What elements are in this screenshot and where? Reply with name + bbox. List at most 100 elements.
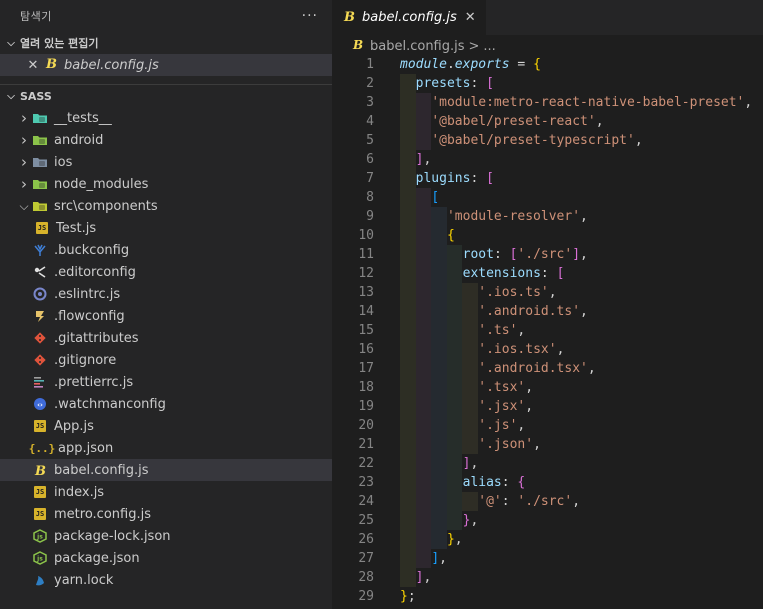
- components-folder-icon: [32, 198, 48, 214]
- code-line[interactable]: 2 presets: [: [332, 74, 763, 93]
- open-editor-item[interactable]: ✕ B babel.config.js: [0, 54, 332, 76]
- tree-item[interactable]: JS Test.js: [0, 217, 332, 239]
- code-line[interactable]: 4 '@babel/preset-react',: [332, 112, 763, 131]
- tree-item[interactable]: .gitignore: [0, 349, 332, 371]
- tree-item-label: .eslintrc.js: [54, 286, 121, 302]
- workspace-section[interactable]: ⌵ SASS: [0, 85, 332, 107]
- code-text: '.json',: [400, 435, 541, 454]
- code-text: root: ['./src'],: [400, 245, 588, 264]
- code-line[interactable]: 19 '.jsx',: [332, 397, 763, 416]
- tree-item[interactable]: .flowconfig: [0, 305, 332, 327]
- code-line[interactable]: 3 'module:metro-react-native-babel-prese…: [332, 93, 763, 112]
- code-text: module.exports = {: [400, 55, 541, 74]
- code-line[interactable]: 5 '@babel/preset-typescript',: [332, 131, 763, 150]
- code-line[interactable]: 14 '.android.ts',: [332, 302, 763, 321]
- code-line[interactable]: 10 {: [332, 226, 763, 245]
- tree-item[interactable]: yarn.lock: [0, 569, 332, 591]
- code-text: '.ts',: [400, 321, 525, 340]
- code-line[interactable]: 15 '.ts',: [332, 321, 763, 340]
- code-line[interactable]: 28 ],: [332, 568, 763, 587]
- tree-item[interactable]: › __tests__: [0, 107, 332, 129]
- tree-item[interactable]: .prettierrc.js: [0, 371, 332, 393]
- tree-item[interactable]: JS App.js: [0, 415, 332, 437]
- tree-item[interactable]: .editorconfig: [0, 261, 332, 283]
- code-token: ,: [517, 418, 526, 433]
- tree-item[interactable]: ⌵ src\components: [0, 195, 332, 217]
- code-token: ]: [431, 551, 440, 566]
- svg-text:‹›: ‹›: [37, 401, 43, 409]
- code-line[interactable]: 1 module.exports = {: [332, 55, 763, 74]
- tree-item[interactable]: js package-lock.json: [0, 525, 332, 547]
- code-line[interactable]: 9 'module-resolver',: [332, 207, 763, 226]
- code-token: :: [501, 475, 518, 490]
- tree-item[interactable]: .gitattributes: [0, 327, 332, 349]
- tree-item-label: ios: [54, 154, 73, 170]
- code-line[interactable]: 6 ],: [332, 150, 763, 169]
- chevron-down-icon: ⌵: [7, 90, 15, 102]
- code-line[interactable]: 29};: [332, 587, 763, 606]
- tree-item[interactable]: {..} app.json: [0, 437, 332, 459]
- line-number: 25: [358, 513, 374, 528]
- code-token: ]: [572, 247, 581, 262]
- tree-item[interactable]: ‹› .watchmanconfig: [0, 393, 332, 415]
- code-line[interactable]: 17 '.android.tsx',: [332, 359, 763, 378]
- code-line[interactable]: 11 root: ['./src'],: [332, 245, 763, 264]
- code-line[interactable]: 25 },: [332, 511, 763, 530]
- code-line[interactable]: 23 alias: {: [332, 473, 763, 492]
- code-text: '@': './src',: [400, 492, 580, 511]
- code-token: }: [446, 532, 455, 547]
- breadcrumb-file[interactable]: babel.config.js: [370, 39, 465, 54]
- code-line[interactable]: 24 '@': './src',: [332, 492, 763, 511]
- close-icon[interactable]: ✕: [465, 10, 476, 25]
- code-text: };: [400, 587, 416, 606]
- tree-item-label: babel.config.js: [54, 462, 149, 478]
- code-token: :: [493, 247, 510, 262]
- tree-item[interactable]: › android: [0, 129, 332, 151]
- tree-item[interactable]: Bbabel.config.js: [0, 459, 332, 481]
- tree-item[interactable]: › node_modules: [0, 173, 332, 195]
- more-actions-icon[interactable]: ···: [302, 8, 318, 24]
- tab-bar: B babel.config.js ✕: [332, 0, 763, 35]
- line-number: 27: [358, 551, 374, 566]
- code-line[interactable]: 18 '.tsx',: [332, 378, 763, 397]
- breadcrumb-symbol[interactable]: ...: [483, 39, 495, 54]
- line-number: 8: [366, 190, 374, 205]
- tab-babel-config[interactable]: B babel.config.js ✕: [332, 0, 486, 35]
- code-token: '.json': [478, 437, 534, 452]
- close-icon[interactable]: ✕: [22, 58, 44, 73]
- code-line[interactable]: 26 },: [332, 530, 763, 549]
- code-line[interactable]: 21 '.json',: [332, 435, 763, 454]
- tree-item[interactable]: js package.json: [0, 547, 332, 569]
- tree-item[interactable]: JS index.js: [0, 481, 332, 503]
- chevron-right-icon: ›: [21, 131, 27, 149]
- tree-item[interactable]: .eslintrc.js: [0, 283, 332, 305]
- code-line[interactable]: 27 ],: [332, 549, 763, 568]
- code-token: :: [501, 494, 518, 509]
- tree-item[interactable]: JS metro.config.js: [0, 503, 332, 525]
- code-editor[interactable]: 1 module.exports = {2 presets: [3 'module…: [332, 55, 763, 606]
- code-line[interactable]: 16 '.ios.tsx',: [332, 340, 763, 359]
- open-editors-label: 열려 있는 편집기: [20, 37, 99, 50]
- open-editors-section[interactable]: ⌵ 열려 있는 편집기: [0, 32, 332, 54]
- tests-folder-icon: [32, 110, 48, 126]
- code-token: {: [446, 228, 455, 243]
- code-line[interactable]: 13 '.ios.ts',: [332, 283, 763, 302]
- tree-item-label: .gitignore: [54, 352, 117, 368]
- code-text: '.tsx',: [400, 378, 533, 397]
- code-line[interactable]: 7 plugins: [: [332, 169, 763, 188]
- code-line[interactable]: 22 ],: [332, 454, 763, 473]
- svg-text:B: B: [45, 57, 57, 70]
- code-line[interactable]: 12 extensions: [: [332, 264, 763, 283]
- tree-item[interactable]: .buckconfig: [0, 239, 332, 261]
- code-line[interactable]: 20 '.js',: [332, 416, 763, 435]
- explorer-title: 탐색기: [20, 10, 52, 23]
- tree-item[interactable]: › ios: [0, 151, 332, 173]
- code-line[interactable]: 8 [: [332, 188, 763, 207]
